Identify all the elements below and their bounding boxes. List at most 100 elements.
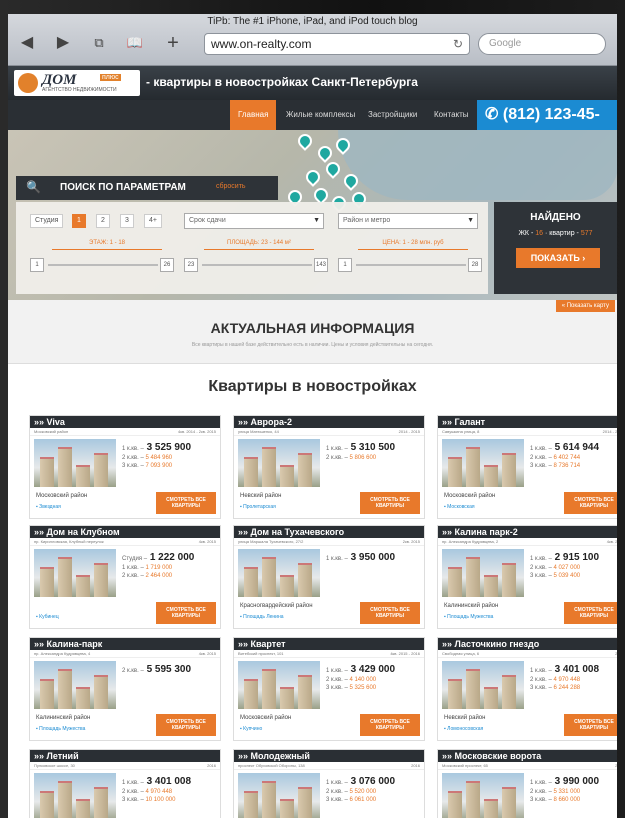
view-flats-button[interactable]: СМОТРЕТЬ ВСЕ КВАРТИРЫ	[360, 602, 420, 624]
rooms-studio[interactable]: Студия	[30, 214, 64, 228]
listing-card[interactable]: »» Московские ворота Московский проспект,…	[438, 750, 617, 818]
show-map-button[interactable]: « Показать карту	[555, 300, 615, 312]
results-stats: ЖК - 16 · квартир - 577	[518, 230, 593, 237]
listing-photo[interactable]	[238, 773, 320, 818]
listing-title[interactable]: »» Летний	[30, 750, 220, 762]
price-main: 1 к.кв. – 3 990 000	[530, 776, 617, 787]
listing-card[interactable]: »» Дом на Тухачевского улица Маршала Туха…	[234, 526, 424, 628]
building-image	[448, 457, 462, 487]
nav-item-complexes[interactable]: Жилые комплексы	[278, 100, 363, 130]
listing-card[interactable]: »» Дом на Клубном пр. Кирилловская, Клубн…	[30, 526, 220, 628]
reload-icon[interactable]: ↻	[453, 34, 463, 54]
map-pin-icon[interactable]	[303, 167, 323, 187]
district-select[interactable]: Район и метро ▼	[338, 213, 478, 229]
view-flats-button[interactable]: СМОТРЕТЬ ВСЕ КВАРТИРЫ	[360, 714, 420, 736]
building-image	[448, 567, 462, 597]
tabs-icon[interactable]: ⧉	[90, 34, 108, 52]
listing-card[interactable]: »» Молодежный проспект Обуховской Обороны…	[234, 750, 424, 818]
building-image	[280, 687, 294, 709]
price-rooms: 2 к.кв. –	[326, 677, 348, 683]
price-max[interactable]: 28	[468, 258, 482, 272]
building-image	[484, 465, 498, 487]
view-flats-button[interactable]: СМОТРЕТЬ ВСЕ КВАРТИРЫ	[564, 714, 617, 736]
view-flats-button[interactable]: СМОТРЕТЬ ВСЕ КВАРТИРЫ	[564, 602, 617, 624]
search-map[interactable]: 🔍 ПОИСК ПО ПАРАМЕТРАМ сбросить Студия 1 …	[8, 130, 617, 300]
rooms-1[interactable]: 1	[72, 214, 86, 228]
building-image	[244, 679, 258, 709]
listing-photo[interactable]	[238, 549, 320, 597]
back-icon[interactable]: ◀	[18, 34, 36, 52]
price-main: 1 к.кв. – 2 915 100	[530, 552, 617, 563]
floor-min[interactable]: 1	[30, 258, 44, 272]
area-min[interactable]: 23	[184, 258, 198, 272]
reset-link[interactable]: сбросить	[216, 183, 246, 190]
price-main-rooms: 1 к.кв. –	[530, 446, 552, 452]
deadline-select[interactable]: Срок сдачи ▼	[184, 213, 324, 229]
site-logo[interactable]: ДОМ плюс АГЕНТСТВО НЕДВИЖИМОСТИ	[14, 70, 140, 96]
area-range-label: ПЛОЩАДЬ: 23 - 144 м²	[204, 240, 314, 250]
area-slider[interactable]	[202, 264, 312, 266]
listing-card[interactable]: »» Viva Московский район 4кв. 2014 - 2кв.…	[30, 416, 220, 518]
listing-photo[interactable]	[442, 439, 524, 487]
price-min[interactable]: 1	[338, 258, 352, 272]
listing-photo[interactable]	[34, 549, 116, 597]
listing-photo[interactable]	[442, 773, 524, 818]
listing-title[interactable]: »» Галант	[438, 416, 617, 428]
forward-icon[interactable]: ▶	[54, 34, 72, 52]
listing-title[interactable]: »» Калина-парк	[30, 638, 220, 650]
nav-item-contacts[interactable]: Контакты	[426, 100, 477, 130]
url-input[interactable]: www.on-realty.com ↻	[204, 33, 470, 55]
floor-slider[interactable]	[48, 264, 158, 266]
map-pin-icon[interactable]	[323, 159, 343, 179]
listing-card[interactable]: »» Летний Пулковское шоссе, 30 2016 1 к.кв…	[30, 750, 220, 818]
listing-title[interactable]: »» Квартет	[234, 638, 424, 650]
rooms-2[interactable]: 2	[96, 214, 110, 228]
listing-photo[interactable]	[238, 439, 320, 487]
view-flats-button[interactable]: СМОТРЕТЬ ВСЕ КВАРТИРЫ	[156, 602, 216, 624]
listing-card[interactable]: »» Квартет Витебский проспект, 101 4кв. 2…	[234, 638, 424, 740]
listing-card[interactable]: »» ГалантСавушкина улица, 8 2014 - 2015 1…	[438, 416, 617, 518]
listing-card[interactable]: »» Калина-парк пр. Александра Кудрявцева,…	[30, 638, 220, 740]
show-results-button[interactable]: ПОКАЗАТЬ ›	[516, 248, 600, 268]
view-flats-button[interactable]: СМОТРЕТЬ ВСЕ КВАРТИРЫ	[156, 714, 216, 736]
metro-name: Купчино	[243, 726, 263, 732]
listing-title[interactable]: »» Аврора-2	[234, 416, 424, 428]
listing-title[interactable]: »» Молодежный	[234, 750, 424, 762]
phone-number[interactable]: ✆ (812) 123-45-67	[477, 100, 617, 153]
listing-card[interactable]: »» Ласточкино гнездоСвободная улица, 6 2…	[438, 638, 617, 740]
listing-title[interactable]: »» Ласточкино гнездо	[438, 638, 617, 650]
map-pin-icon[interactable]	[295, 131, 315, 151]
view-flats-button[interactable]: СМОТРЕТЬ ВСЕ КВАРТИРЫ	[564, 492, 617, 514]
area-max[interactable]: 143	[314, 258, 328, 272]
add-icon[interactable]: +	[164, 33, 182, 53]
listing-name: Калина парк-2	[454, 527, 518, 537]
price-main-value: 3 990 000	[554, 776, 600, 787]
listing-title[interactable]: »» Московские ворота	[438, 750, 617, 762]
rooms-3[interactable]: 3	[120, 214, 134, 228]
browser-search-input[interactable]: Google	[478, 33, 606, 55]
map-pin-icon[interactable]	[315, 143, 335, 163]
nav-item-developers[interactable]: Застройщики	[360, 100, 425, 130]
bookmarks-icon[interactable]: 📖	[126, 34, 144, 52]
price-slider[interactable]	[356, 264, 466, 266]
floor-max[interactable]: 26	[160, 258, 174, 272]
listing-title[interactable]: »» Дом на Клубном	[30, 526, 220, 538]
zhk-count: 16	[535, 230, 544, 237]
listing-title[interactable]: »» Дом на Тухачевского	[234, 526, 424, 538]
listing-card[interactable]: »» Аврора-2 улица Матюшенко, 44 2014 - 20…	[234, 416, 424, 518]
listing-photo[interactable]	[442, 661, 524, 709]
view-flats-button[interactable]: СМОТРЕТЬ ВСЕ КВАРТИРЫ	[156, 492, 216, 514]
listing-photo[interactable]	[34, 661, 116, 709]
listing-card[interactable]: »» Калина парк-2 пр. Александра Кудрявцев…	[438, 526, 617, 628]
nav-item-home[interactable]: Главная	[230, 100, 277, 130]
listing-photo[interactable]	[238, 661, 320, 709]
listing-prices: Студия – 1 222 000 1 к.кв. – 1 719 000 2 к…	[122, 552, 218, 579]
listing-photo[interactable]	[34, 439, 116, 487]
listing-title[interactable]: »» Viva	[30, 416, 220, 428]
listing-photo[interactable]	[34, 773, 116, 818]
listing-photo[interactable]	[442, 549, 524, 597]
rooms-4plus[interactable]: 4+	[144, 214, 162, 228]
view-flats-button[interactable]: СМОТРЕТЬ ВСЕ КВАРТИРЫ	[360, 492, 420, 514]
url-text: www.on-realty.com	[211, 37, 312, 51]
listing-title[interactable]: »» Калина парк-2	[438, 526, 617, 538]
